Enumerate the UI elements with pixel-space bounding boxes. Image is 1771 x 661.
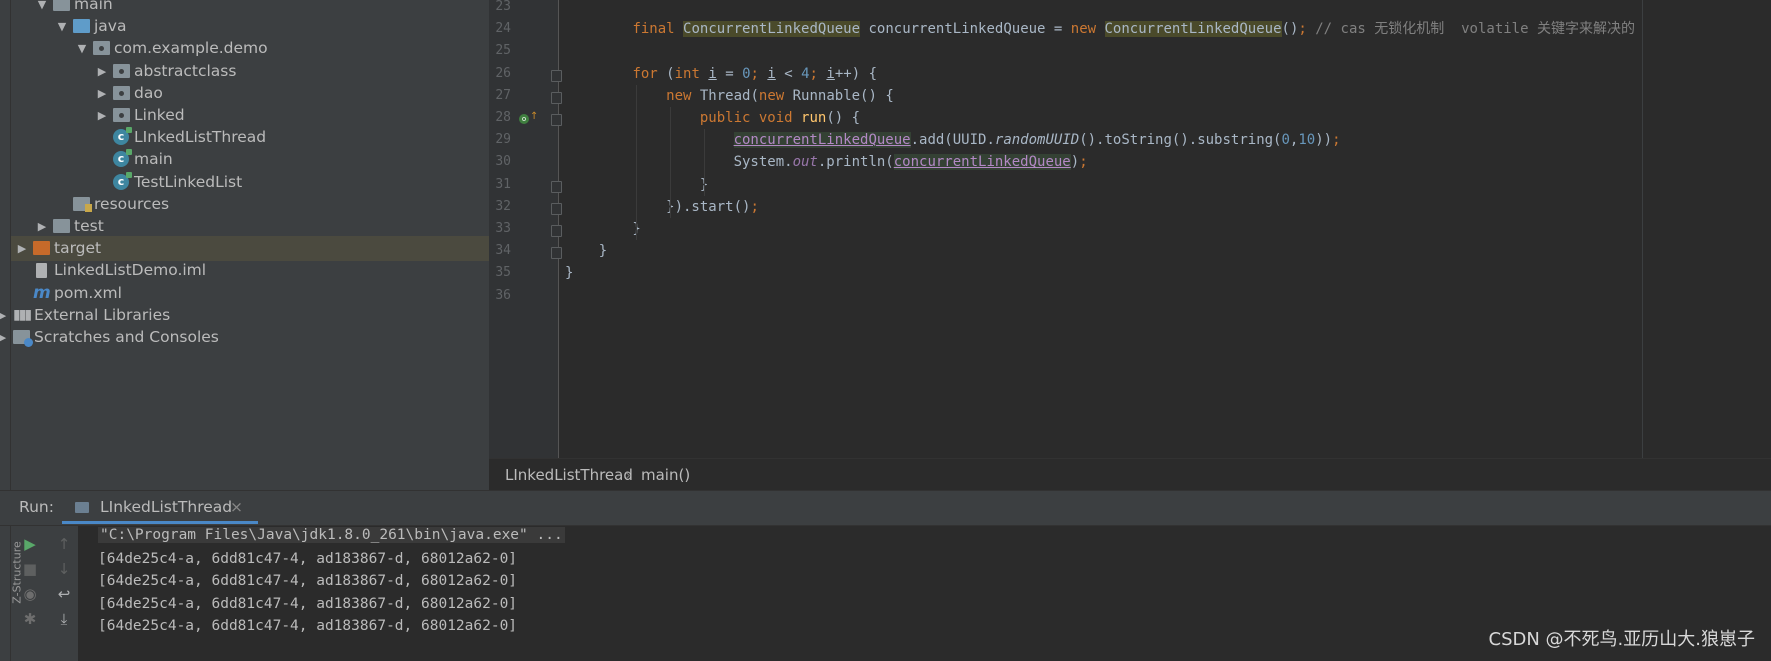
- fold-marker-icon[interactable]: [551, 247, 562, 260]
- folder-icon: [53, 0, 70, 11]
- override-arrow-icon: ↑: [530, 111, 539, 122]
- fold-marker-icon[interactable]: [551, 69, 562, 82]
- scratches-icon: [13, 330, 33, 347]
- implements-method-icon[interactable]: o: [519, 114, 529, 124]
- indent-guide: [636, 84, 638, 241]
- console-tab-icon: [75, 502, 89, 513]
- folder-icon: [53, 219, 70, 233]
- line-number: 31: [495, 176, 511, 192]
- structure-tab-label[interactable]: Z-Structure: [11, 541, 24, 603]
- line-number: 30: [495, 154, 511, 170]
- line-number: 24: [495, 21, 511, 37]
- code-line[interactable]: System.out.println(concurrentLinkedQueue…: [565, 151, 1088, 173]
- class-icon: c: [113, 127, 132, 146]
- breadcrumb-separator: ›: [625, 466, 631, 484]
- console-output-line: [64de25c4-a, 6dd81c47-4, ad183867-d, 680…: [98, 617, 518, 634]
- console-output-line: [64de25c4-a, 6dd81c47-4, ad183867-d, 680…: [98, 551, 518, 567]
- project-panel: ▼ main ▼ java ▼ com.example.demo ▶ abstractclas…: [0, 0, 489, 490]
- breadcrumb-method[interactable]: main(): [641, 466, 690, 484]
- line-number: 35: [495, 265, 511, 281]
- iml-file-icon: [36, 263, 47, 279]
- run-header: Run: LInkedListThread ×: [0, 491, 1771, 526]
- left-tool-strip: [0, 0, 11, 490]
- folder-icon: [73, 19, 90, 34]
- code-line[interactable]: for (int i = 0; i < 4; i++) {: [565, 63, 877, 85]
- tree-item[interactable]: ▶ Scratches and Consoles: [0, 325, 489, 350]
- class-icon: c: [113, 149, 132, 168]
- code-line[interactable]: }: [565, 240, 607, 262]
- close-tab-icon[interactable]: ×: [230, 498, 243, 516]
- code-line[interactable]: concurrentLinkedQueue.add(UUID.randomUUI…: [565, 129, 1341, 151]
- expand-right-icon[interactable]: ▶: [0, 325, 9, 350]
- line-number: 26: [495, 65, 511, 81]
- code-line[interactable]: }).start();: [565, 196, 759, 218]
- settings-icon[interactable]: ✱: [20, 609, 40, 629]
- structure-strip[interactable]: Z-Structure: [0, 526, 24, 661]
- code-line[interactable]: public void run() {: [565, 107, 860, 129]
- package-icon: [113, 63, 130, 78]
- code-line[interactable]: }: [565, 262, 573, 284]
- run-label: Run:: [19, 498, 54, 516]
- console-output-line: [64de25c4-a, 6dd81c47-4, ad183867-d, 680…: [98, 573, 518, 590]
- line-number: 29: [495, 132, 511, 148]
- line-number: 23: [495, 0, 511, 14]
- up-arrow-icon[interactable]: ↑: [54, 534, 74, 554]
- down-arrow-icon[interactable]: ↓: [54, 559, 74, 579]
- indent-guide: [670, 107, 672, 218]
- code-line[interactable]: }: [565, 218, 640, 240]
- fold-marker-icon[interactable]: [551, 180, 562, 193]
- line-number: 25: [495, 43, 511, 59]
- line-number: 36: [495, 287, 511, 303]
- line-number: 32: [495, 198, 511, 214]
- resources-folder-icon: [73, 196, 92, 212]
- watermark: CSDN @不死鸟.亚历山大.狼崽子: [1488, 629, 1755, 650]
- class-icon: c: [113, 171, 132, 190]
- code-editor[interactable]: 23 24 25 26 27 28 29 30 31 32 33 34 35 36 final Concu…: [489, 0, 1771, 458]
- breadcrumb: LInkedListThread › main(): [489, 458, 1771, 491]
- active-tab-indicator: [62, 521, 258, 524]
- package-icon: [113, 85, 130, 100]
- package-icon: [93, 41, 110, 56]
- package-icon: [113, 108, 130, 122]
- line-number: 27: [495, 87, 511, 103]
- line-number: 33: [495, 221, 511, 236]
- soft-wrap-icon[interactable]: ↩: [54, 584, 74, 604]
- line-number: 34: [495, 243, 511, 259]
- indent-guide: [703, 129, 705, 196]
- breadcrumb-class[interactable]: LInkedListThread: [505, 466, 633, 484]
- run-tab-title[interactable]: LInkedListThread: [100, 498, 232, 516]
- line-number: 28: [495, 110, 511, 125]
- folder-icon: [33, 241, 50, 256]
- fold-marker-icon[interactable]: [551, 225, 562, 237]
- code-line[interactable]: new Thread(new Runnable() {: [565, 85, 894, 107]
- fold-marker-icon[interactable]: [551, 91, 562, 104]
- console-command: "C:\Program Files\Java\jdk1.8.0_261\bin\…: [98, 527, 565, 543]
- tree-item-label: Scratches and Consoles: [34, 328, 219, 346]
- scroll-to-end-icon[interactable]: ⤓: [54, 609, 74, 629]
- fold-marker-icon[interactable]: [551, 202, 562, 215]
- code-line[interactable]: final ConcurrentLinkedQueue concurrentLi…: [565, 18, 1635, 40]
- fold-marker-icon[interactable]: [551, 114, 562, 126]
- right-margin-guide: [1642, 0, 1643, 458]
- console-output-line: [64de25c4-a, 6dd81c47-4, ad183867-d, 680…: [98, 595, 518, 612]
